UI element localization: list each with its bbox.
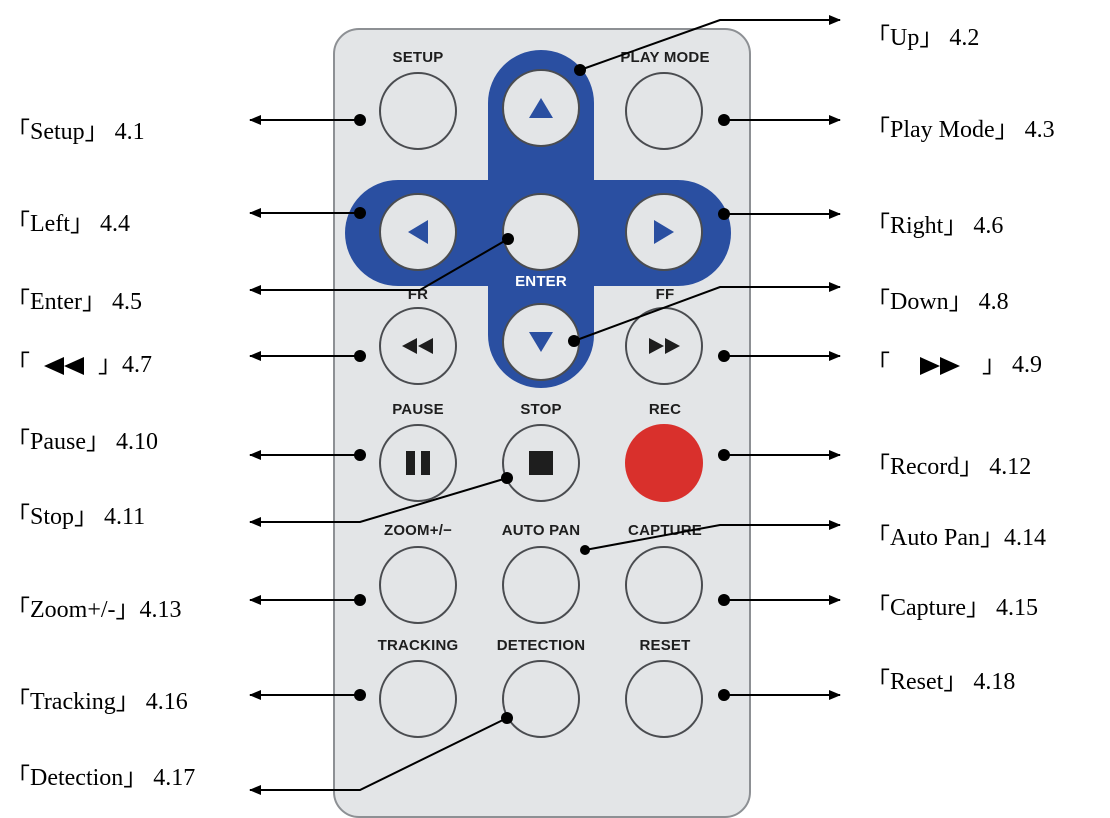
fast-forward-icon xyxy=(920,357,960,376)
capture-dot xyxy=(718,594,730,606)
right-dot xyxy=(718,208,730,220)
callout-up: 「Up」 4.2 xyxy=(866,25,980,51)
tracking-dot xyxy=(354,689,366,701)
record-dot xyxy=(718,449,730,461)
callout-zoom: 「Zoom+/-」4.13 xyxy=(6,597,182,623)
callout-fr: 「 」4.7 xyxy=(6,353,152,377)
callout-ff-open: 「 xyxy=(866,352,890,378)
rewind-icon xyxy=(44,357,84,376)
fr-dot xyxy=(354,350,366,362)
play-mode-dot xyxy=(718,114,730,126)
callout-reset: 「Reset」 4.18 xyxy=(866,669,1016,695)
zoom-dot xyxy=(354,594,366,606)
callout-capture: 「Capture」 4.15 xyxy=(866,595,1038,621)
detection-dot xyxy=(501,712,513,724)
callout-setup: 「Setup」 4.1 xyxy=(6,119,145,145)
callout-left: 「Left」 4.4 xyxy=(6,211,130,237)
callout-fr-close: 」4.7 xyxy=(98,352,152,378)
ff-dot xyxy=(718,350,730,362)
callout-ff: 「 」 4.9 xyxy=(866,353,1042,377)
callout-stop: 「Stop」 4.11 xyxy=(6,504,146,530)
setup-dot xyxy=(354,114,366,126)
stop-dot xyxy=(501,472,513,484)
up-dot xyxy=(574,64,586,76)
remote-diagram: SETUP PLAY MODE ENTER FR FF PAUSE STOP R… xyxy=(0,0,1110,818)
callout-pause: 「Pause」 4.10 xyxy=(6,429,158,455)
callout-play-mode: 「Play Mode」 4.3 xyxy=(866,117,1055,143)
auto-pan-dot xyxy=(580,545,590,555)
callout-tracking: 「Tracking」 4.16 xyxy=(6,689,188,715)
up-leader xyxy=(579,15,841,71)
enter-dot xyxy=(502,233,514,245)
callout-record: 「Record」 4.12 xyxy=(866,454,1032,480)
callout-detection: 「Detection」 4.17 xyxy=(6,765,196,791)
callout-fr-open: 「 xyxy=(6,352,30,378)
down-dot xyxy=(568,335,580,347)
callout-auto-pan: 「Auto Pan」4.14 xyxy=(866,525,1046,551)
left-dot xyxy=(354,207,366,219)
callout-right: 「Right」 4.6 xyxy=(866,213,1004,239)
stop-leader xyxy=(249,477,508,527)
reset-dot xyxy=(718,689,730,701)
callout-ff-close: 」 4.9 xyxy=(982,352,1042,378)
callout-down: 「Down」 4.8 xyxy=(866,289,1009,315)
detection-leader xyxy=(249,717,508,795)
enter-leader xyxy=(249,238,509,295)
callout-enter: 「Enter」 4.5 xyxy=(6,289,142,315)
auto-pan-leader xyxy=(584,520,841,551)
pause-dot xyxy=(354,449,366,461)
down-leader xyxy=(573,282,841,342)
